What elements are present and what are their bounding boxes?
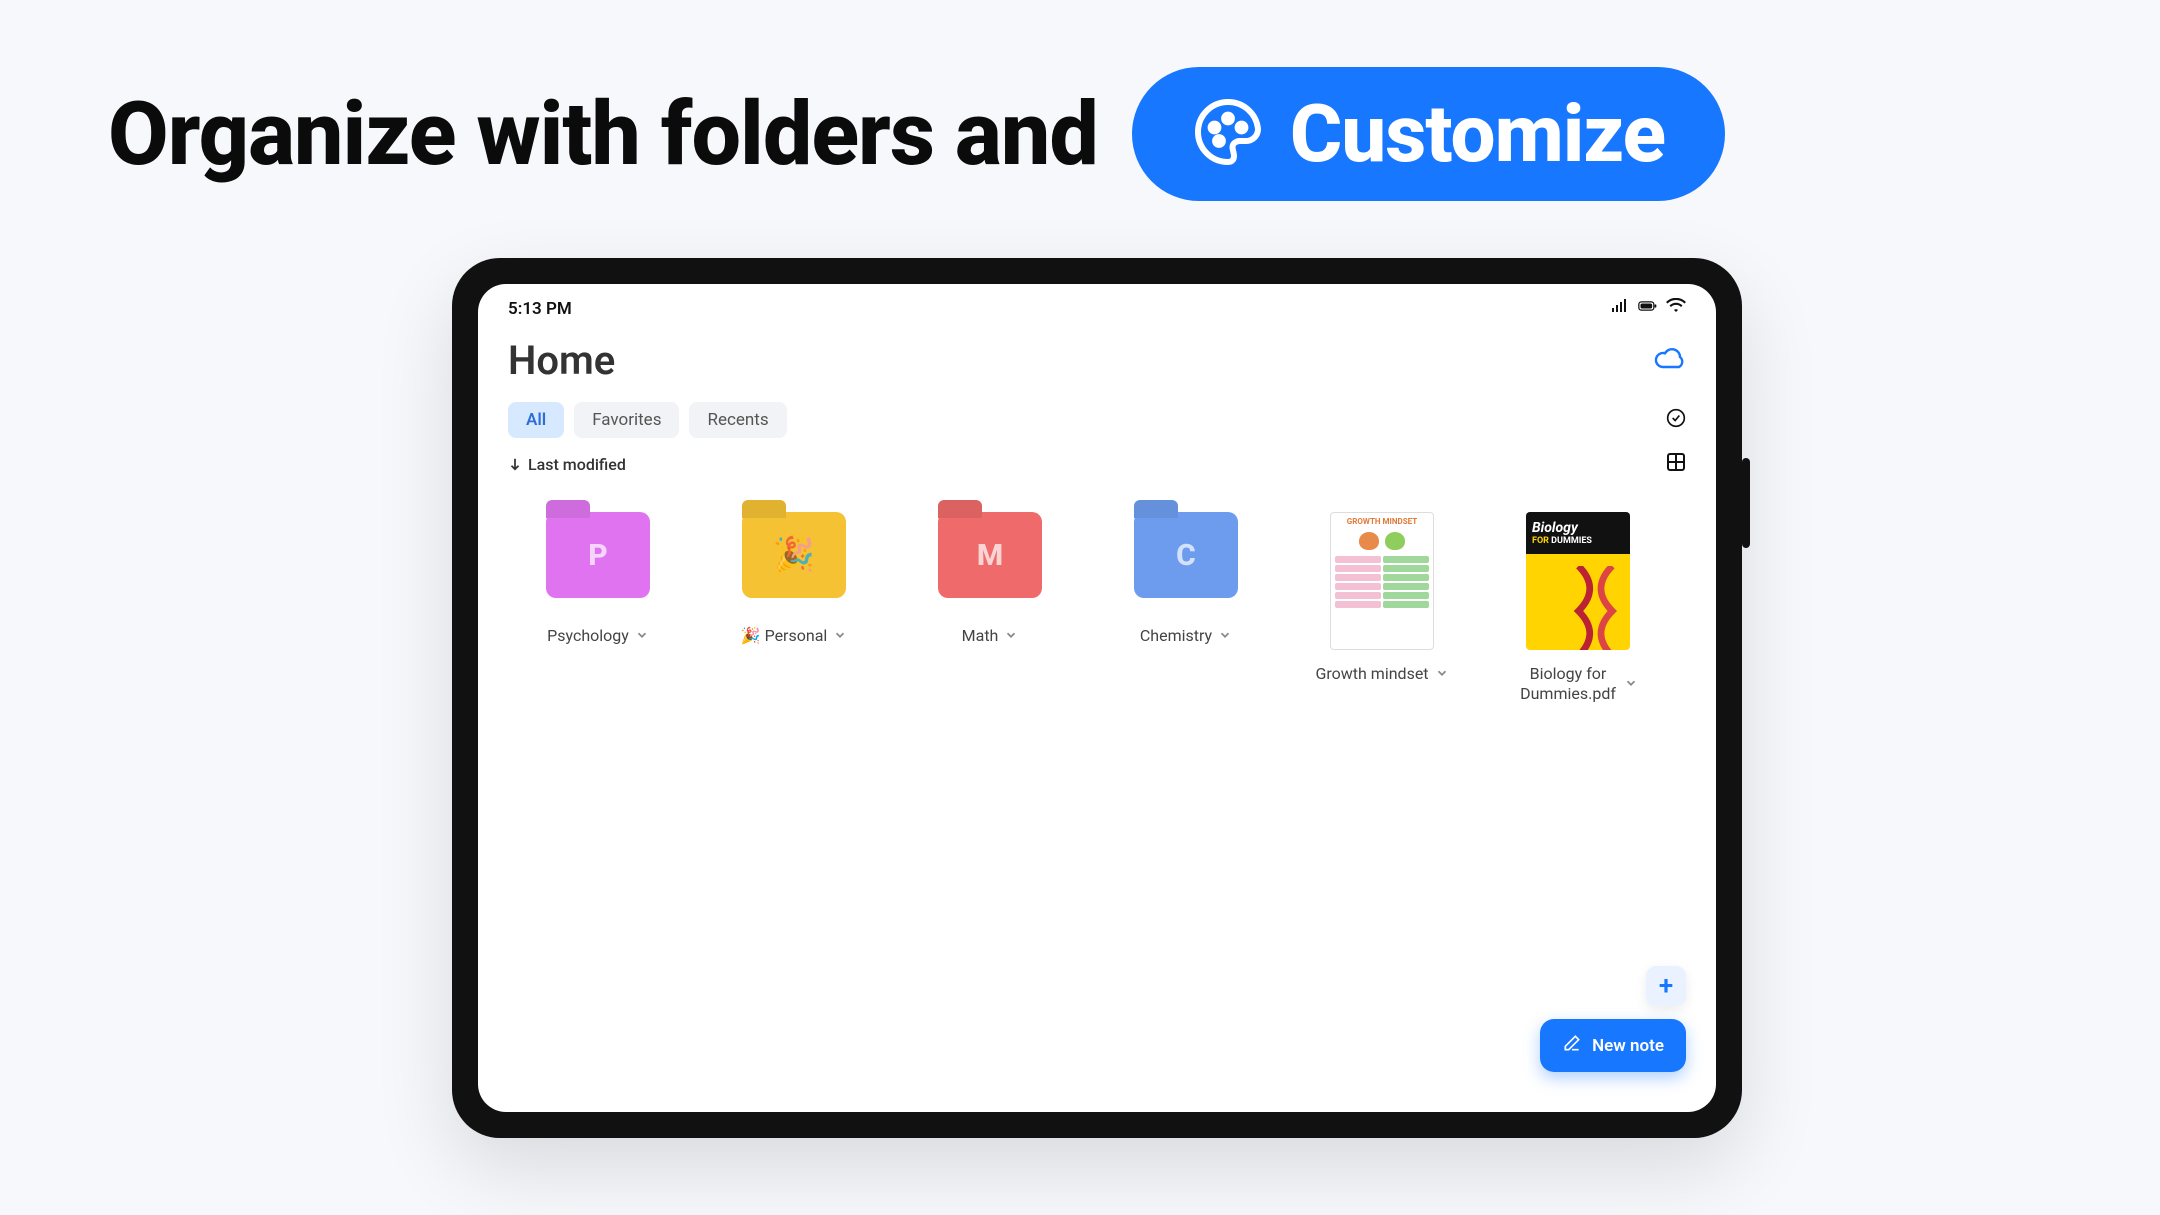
folder-psychology[interactable]: P Psychology <box>528 512 668 704</box>
folder-personal[interactable]: 🎉 🎉 Personal <box>724 512 864 704</box>
tab-all[interactable]: All <box>508 402 564 438</box>
status-bar: 5:13 PM <box>478 284 1716 325</box>
item-label: Psychology <box>547 626 629 646</box>
new-note-button[interactable]: New note <box>1540 1019 1686 1072</box>
item-label: Math <box>962 626 999 646</box>
folder-math[interactable]: M Math <box>920 512 1060 704</box>
chevron-down-icon[interactable] <box>635 627 649 646</box>
battery-icon <box>1638 298 1658 319</box>
tab-favorites[interactable]: Favorites <box>574 402 679 438</box>
note-thumbnail: GROWTH MINDSET <box>1330 512 1434 650</box>
chevron-down-icon[interactable] <box>1624 675 1638 694</box>
sort-button[interactable]: Last modified <box>508 455 626 474</box>
tablet-screen: 5:13 PM Home All Favorites Recents <box>478 284 1716 1112</box>
view-toggle-button[interactable] <box>1666 452 1686 476</box>
status-icons <box>1610 298 1686 319</box>
add-button[interactable]: + <box>1646 966 1686 1006</box>
filter-tabs: All Favorites Recents <box>508 402 787 438</box>
item-label: Chemistry <box>1140 626 1212 646</box>
headline-banner: Organize with folders and Customize <box>108 67 1725 201</box>
chevron-down-icon[interactable] <box>1218 627 1232 646</box>
item-label: Growth mindset <box>1315 664 1428 684</box>
item-label: 🎉 Personal <box>741 626 828 646</box>
signal-icon <box>1610 298 1630 319</box>
book-thumbnail: Biology FOR DUMMIES <box>1526 512 1630 650</box>
folder-chemistry[interactable]: C Chemistry <box>1116 512 1256 704</box>
cloud-sync-button[interactable] <box>1654 347 1686 375</box>
headline-text: Organize with folders and <box>108 83 1098 186</box>
tablet-frame: 5:13 PM Home All Favorites Recents <box>452 258 1742 1138</box>
folder-icon: C <box>1134 512 1238 598</box>
sort-label: Last modified <box>528 455 626 474</box>
compose-icon <box>1562 1033 1582 1058</box>
tab-recents[interactable]: Recents <box>689 402 786 438</box>
items-grid: P Psychology 🎉 🎉 Personal M Math <box>478 476 1716 740</box>
select-mode-button[interactable] <box>1666 408 1686 432</box>
new-note-label: New note <box>1592 1036 1664 1056</box>
folder-icon: 🎉 <box>742 512 846 598</box>
item-label: Biology for Dummies.pdf <box>1518 664 1618 704</box>
page-title: Home <box>508 337 615 384</box>
customize-label: Customize <box>1290 87 1665 181</box>
folder-icon: M <box>938 512 1042 598</box>
file-biology-pdf[interactable]: Biology FOR DUMMIES Biology for Dummies.… <box>1508 512 1648 704</box>
chevron-down-icon[interactable] <box>1004 627 1018 646</box>
note-growth-mindset[interactable]: GROWTH MINDSET Growth mindset <box>1312 512 1452 704</box>
folder-icon: P <box>546 512 650 598</box>
status-time: 5:13 PM <box>508 299 572 319</box>
chevron-down-icon[interactable] <box>1435 665 1449 684</box>
palette-icon <box>1192 96 1264 172</box>
wifi-icon <box>1666 298 1686 319</box>
chevron-down-icon[interactable] <box>833 627 847 646</box>
customize-pill[interactable]: Customize <box>1132 67 1725 201</box>
